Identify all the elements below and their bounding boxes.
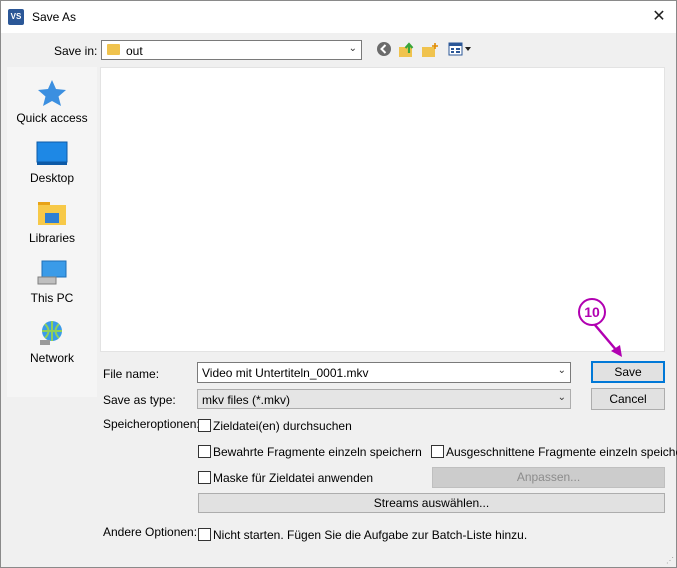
keep-fragments-checkbox[interactable]	[198, 445, 211, 458]
resize-grip-icon[interactable]: ⋰	[666, 556, 674, 565]
save-type-select[interactable]: mkv files (*.mkv) ⌄	[197, 389, 571, 409]
back-icon[interactable]	[375, 41, 393, 59]
save-type-value: mkv files (*.mkv)	[202, 393, 290, 407]
search-target-label: Zieldatei(en) durchsuchen	[213, 419, 352, 433]
desktop-icon	[36, 139, 68, 165]
chevron-down-icon: ⌄	[348, 43, 357, 54]
place-desktop[interactable]: Desktop	[7, 135, 97, 191]
quick-access-star-icon	[36, 79, 68, 106]
place-label: This PC	[30, 291, 74, 305]
new-folder-icon[interactable]	[421, 41, 439, 59]
cut-fragments-checkbox[interactable]	[431, 445, 444, 458]
no-start-checkbox[interactable]	[198, 528, 211, 541]
save-options-label: Speicheroptionen:	[103, 417, 200, 431]
chevron-down-icon: ⌄	[557, 392, 566, 403]
save-in-value: out	[126, 44, 143, 58]
annotation-arrow-icon	[594, 324, 622, 357]
no-start-label: Nicht starten. Fügen Sie die Aufgabe zur…	[213, 528, 528, 542]
folder-icon	[107, 44, 120, 55]
places-bar: Quick access Desktop Libraries This PC N…	[7, 67, 97, 397]
title-bar: VS Save As ✕	[1, 1, 676, 33]
other-options-label: Andere Optionen:	[103, 525, 198, 539]
this-pc-icon	[36, 259, 68, 285]
place-this-pc[interactable]: This PC	[7, 255, 97, 311]
search-target-checkbox[interactable]	[198, 419, 211, 432]
close-button[interactable]: ✕	[642, 1, 676, 33]
place-quick-access[interactable]: Quick access	[7, 75, 97, 131]
view-menu-icon[interactable]	[447, 41, 473, 59]
adjust-button[interactable]: Anpassen...	[432, 467, 665, 488]
place-label: Desktop	[29, 171, 75, 185]
cancel-button[interactable]: Cancel	[591, 388, 665, 410]
place-label: Network	[29, 351, 74, 365]
file-name-value: Video mit Untertiteln_0001.mkv	[202, 366, 369, 380]
place-network[interactable]: Network	[7, 315, 97, 371]
save-in-label: Save in:	[54, 44, 98, 58]
keep-fragments-label: Bewahrte Fragmente einzeln speichern	[213, 445, 422, 459]
apply-mask-checkbox[interactable]	[198, 471, 211, 484]
app-icon: VS	[8, 9, 24, 25]
file-name-label: File name:	[103, 367, 160, 381]
save-in-combo[interactable]: out ⌄	[101, 40, 362, 60]
streams-button[interactable]: Streams auswählen...	[198, 493, 665, 513]
window-title: Save As	[32, 10, 77, 24]
apply-mask-label: Maske für Zieldatei anwenden	[213, 471, 374, 485]
save-type-label: Save as type:	[103, 393, 176, 407]
cut-fragments-label: Ausgeschnittene Fragmente einzeln speich…	[446, 445, 677, 459]
up-folder-icon[interactable]	[398, 41, 416, 59]
place-label: Libraries	[28, 231, 76, 245]
save-as-dialog: VS Save As ✕ Save in: out ⌄ Quick access	[0, 0, 677, 568]
save-button[interactable]: Save	[591, 361, 665, 383]
place-label: Quick access	[16, 111, 88, 125]
file-name-input[interactable]: Video mit Untertiteln_0001.mkv ⌄	[197, 362, 571, 383]
place-libraries[interactable]: Libraries	[7, 195, 97, 251]
network-icon	[36, 319, 68, 345]
libraries-icon	[36, 199, 68, 225]
chevron-down-icon[interactable]: ⌄	[558, 365, 566, 376]
